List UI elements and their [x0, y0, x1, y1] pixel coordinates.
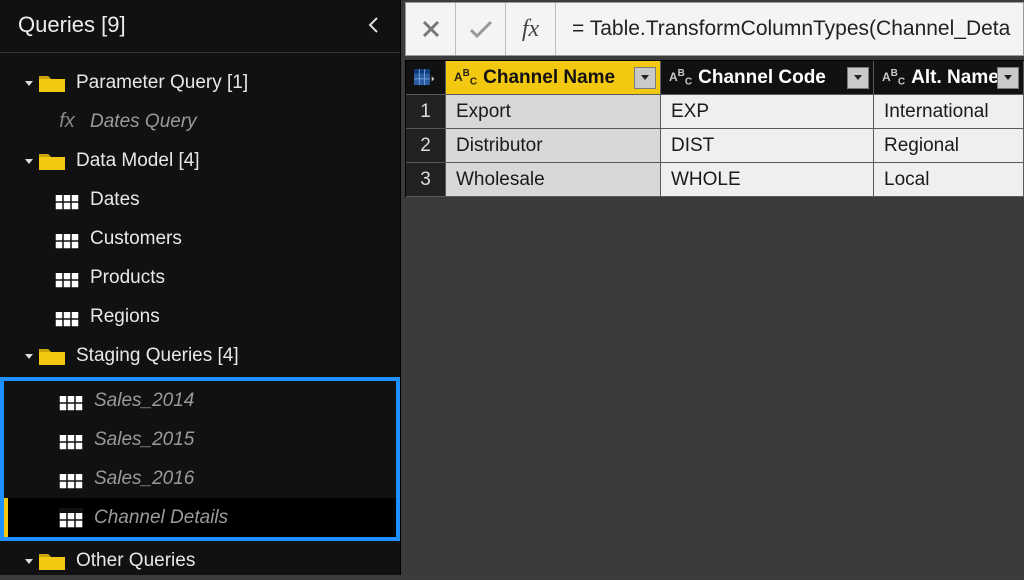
tree-group[interactable]: Parameter Query [1] — [0, 63, 400, 102]
folder-icon — [38, 550, 66, 572]
highlight-box: Sales_2014 Sales_2015 Sales_2016 Channel De… — [0, 377, 400, 541]
tree-item[interactable]: Dates — [0, 180, 400, 219]
row-number[interactable]: 2 — [406, 129, 446, 163]
table-icon — [54, 228, 80, 250]
column-filter-dropdown[interactable] — [997, 67, 1019, 89]
folder-icon — [38, 345, 66, 367]
expand-arrow-icon[interactable] — [20, 555, 38, 567]
column-header-label: Channel Name — [483, 67, 615, 89]
formula-commit-button[interactable] — [456, 3, 506, 55]
column-header[interactable]: ABCChannel Name — [446, 61, 661, 95]
tree-item-label: Sales_2014 — [94, 390, 194, 412]
grid-cell[interactable]: Regional — [874, 129, 1024, 163]
tree-item[interactable]: Products — [0, 258, 400, 297]
queries-pane-header: Queries [9] — [0, 0, 400, 53]
grid-cell[interactable]: WHOLE — [661, 163, 874, 197]
column-header[interactable]: ABCChannel Code — [661, 61, 874, 95]
table-icon — [58, 429, 84, 451]
fx-icon[interactable]: fx — [506, 3, 556, 55]
folder-icon — [38, 150, 66, 172]
table-icon — [58, 468, 84, 490]
row-number[interactable]: 3 — [406, 163, 446, 197]
grid-cell[interactable]: Export — [446, 95, 661, 129]
table-icon — [54, 306, 80, 328]
grid-cell[interactable]: DIST — [661, 129, 874, 163]
tree-item-label: Customers — [90, 228, 182, 250]
tree-group-label: Parameter Query [1] — [76, 72, 248, 94]
column-header-label: Alt. Name — [911, 67, 999, 89]
queries-tree: Parameter Query [1] fx Dates Query Data Mod… — [0, 53, 400, 580]
tree-item-label: Channel Details — [94, 507, 228, 529]
tree-item-label: Regions — [90, 306, 160, 328]
tree-group[interactable]: Other Queries — [0, 541, 400, 580]
column-filter-dropdown[interactable] — [634, 67, 656, 89]
fx-icon: fx — [54, 110, 80, 133]
table-icon — [54, 267, 80, 289]
editor-main: fx = Table.TransformColumnTypes(Channel_… — [401, 0, 1024, 575]
grid-cell[interactable]: Local — [874, 163, 1024, 197]
queries-pane-title: Queries [9] — [18, 12, 126, 38]
data-preview-grid: ABCChannel NameABCChannel CodeABCAlt. Na… — [405, 60, 1024, 197]
table-icon — [54, 189, 80, 211]
column-header[interactable]: ABCAlt. Name — [874, 61, 1024, 95]
tree-item-label: Sales_2015 — [94, 429, 194, 451]
tree-item-label: Sales_2016 — [94, 468, 194, 490]
formula-bar: fx = Table.TransformColumnTypes(Channel_… — [405, 2, 1024, 56]
tree-item[interactable]: Channel Details — [4, 498, 396, 537]
grid-cell[interactable]: International — [874, 95, 1024, 129]
grid-cell[interactable]: Wholesale — [446, 163, 661, 197]
column-header-label: Channel Code — [698, 67, 826, 89]
grid-cell[interactable]: EXP — [661, 95, 874, 129]
expand-arrow-icon[interactable] — [20, 77, 38, 89]
expand-arrow-icon[interactable] — [20, 350, 38, 362]
grid-corner[interactable] — [406, 61, 446, 95]
expand-arrow-icon[interactable] — [20, 155, 38, 167]
tree-group-label: Other Queries — [76, 550, 195, 572]
column-filter-dropdown[interactable] — [847, 67, 869, 89]
folder-icon — [38, 72, 66, 94]
formula-cancel-button[interactable] — [406, 3, 456, 55]
tree-item[interactable]: Customers — [0, 219, 400, 258]
formula-input[interactable]: = Table.TransformColumnTypes(Channel_Det… — [556, 17, 1023, 41]
collapse-pane-icon[interactable] — [362, 14, 384, 36]
tree-group[interactable]: Data Model [4] — [0, 141, 400, 180]
grid-cell[interactable]: Distributor — [446, 129, 661, 163]
tree-group-label: Staging Queries [4] — [76, 345, 239, 367]
queries-pane: Queries [9] Parameter Query [1] fx Dates Q… — [0, 0, 401, 575]
tree-item[interactable]: fx Dates Query — [0, 102, 400, 141]
tree-group-label: Data Model [4] — [76, 150, 200, 172]
tree-item[interactable]: Sales_2016 — [4, 459, 396, 498]
tree-item-label: Dates Query — [90, 111, 197, 133]
tree-item-label: Products — [90, 267, 165, 289]
tree-item[interactable]: Regions — [0, 297, 400, 336]
table-icon — [58, 390, 84, 412]
tree-item[interactable]: Sales_2014 — [4, 381, 396, 420]
table-icon — [58, 507, 84, 529]
tree-item-label: Dates — [90, 189, 140, 211]
row-number[interactable]: 1 — [406, 95, 446, 129]
tree-item[interactable]: Sales_2015 — [4, 420, 396, 459]
tree-group[interactable]: Staging Queries [4] — [0, 336, 400, 375]
